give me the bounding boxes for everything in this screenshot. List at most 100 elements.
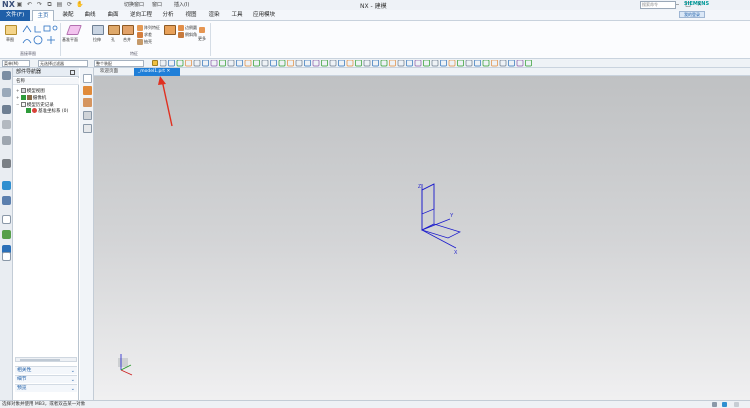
hd3d-icon[interactable] bbox=[2, 252, 11, 261]
more-label[interactable]: 更多 bbox=[198, 36, 206, 42]
chamfer-icon[interactable] bbox=[178, 32, 184, 38]
direct-sketch-icons[interactable] bbox=[21, 24, 59, 46]
snap-point-icon[interactable] bbox=[210, 60, 218, 67]
insert-menu[interactable]: 插入(I) bbox=[174, 1, 189, 8]
assembly-navigator-icon[interactable] bbox=[2, 88, 11, 97]
pin-icon[interactable] bbox=[70, 70, 75, 75]
tree-item-cameras[interactable]: + 摄像机 bbox=[16, 94, 46, 101]
snap-point-icon[interactable] bbox=[423, 60, 430, 67]
name-column-header[interactable]: 名称 bbox=[13, 78, 79, 85]
edge-blend-large-icon[interactable] bbox=[164, 25, 176, 35]
snap-point-icon[interactable] bbox=[440, 60, 447, 67]
touch-mode-icon[interactable]: ✋ bbox=[76, 1, 83, 8]
snap-point-icon[interactable] bbox=[363, 60, 371, 67]
repeat-icon[interactable]: ⟳ bbox=[66, 1, 73, 8]
tab-surface[interactable]: 曲面 bbox=[103, 10, 123, 21]
datum-plane-yz[interactable] bbox=[421, 183, 435, 215]
tree-item-datum-csys[interactable]: 基准坐标系 (0) bbox=[26, 108, 68, 115]
snap-point-icon[interactable] bbox=[176, 60, 184, 67]
reuse-library-icon[interactable] bbox=[2, 136, 11, 145]
snap-point-icon[interactable] bbox=[465, 60, 473, 67]
snap-point-icon[interactable] bbox=[406, 60, 413, 67]
scrollbar-thumb[interactable] bbox=[20, 359, 60, 361]
tab-render[interactable]: 渲染 bbox=[204, 10, 224, 21]
snap-point-icon[interactable] bbox=[508, 60, 515, 67]
pattern-feature-label[interactable]: 阵列特征 bbox=[144, 25, 160, 31]
snap-point-icon[interactable] bbox=[160, 60, 167, 67]
save-icon[interactable]: ▣ bbox=[16, 1, 23, 8]
tab-assembly[interactable]: 装配 bbox=[58, 10, 78, 21]
snap-point-icon[interactable] bbox=[236, 60, 243, 67]
accordion-preview[interactable]: 预览 ⌄ bbox=[15, 384, 77, 392]
copy-icon[interactable]: ⧉ bbox=[46, 1, 53, 8]
graphics-viewport[interactable]: Z X Y bbox=[94, 76, 750, 400]
login-button[interactable]: 我的登录 bbox=[679, 11, 705, 18]
assembly-scope-dropdown[interactable]: 整个装配 bbox=[94, 60, 144, 67]
process-studio-icon[interactable] bbox=[2, 196, 11, 205]
check-icon[interactable] bbox=[26, 108, 31, 113]
accordion-dependencies[interactable]: 相关性 ⌄ bbox=[15, 366, 77, 374]
edge-blend-label[interactable]: 边倒圆 bbox=[185, 25, 197, 31]
settings-icon[interactable] bbox=[2, 71, 11, 80]
snap-point-icon[interactable] bbox=[261, 60, 269, 67]
shell-icon[interactable] bbox=[137, 39, 143, 45]
snap-point-icon[interactable] bbox=[474, 60, 481, 67]
shaded-view-icon[interactable] bbox=[83, 86, 92, 95]
fullscreen-icon[interactable] bbox=[722, 402, 727, 407]
web-browser-icon[interactable] bbox=[2, 181, 11, 190]
snap-point-icon[interactable] bbox=[202, 60, 209, 67]
sketch-icon[interactable] bbox=[5, 25, 17, 35]
snap-point-icon[interactable] bbox=[389, 60, 396, 67]
selection-filter-dropdown[interactable]: 无选择过滤器 bbox=[38, 60, 88, 67]
snap-point-icon[interactable] bbox=[346, 60, 354, 67]
tab-tools[interactable]: 工具 bbox=[227, 10, 247, 21]
tree-item-model-history[interactable]: − 模型历史记录 bbox=[16, 101, 54, 108]
datum-plane-xy[interactable] bbox=[421, 223, 461, 239]
snap-point-icon[interactable] bbox=[516, 60, 524, 67]
constraint-navigator-icon[interactable] bbox=[2, 120, 11, 129]
snap-point-icon[interactable] bbox=[304, 60, 311, 67]
fit-view-icon[interactable] bbox=[83, 74, 92, 83]
datum-plane-xz[interactable] bbox=[421, 183, 435, 231]
extrude-icon[interactable] bbox=[92, 25, 104, 35]
snap-point-icon[interactable] bbox=[295, 60, 303, 67]
undo-icon[interactable]: ↶ bbox=[26, 1, 33, 8]
tab-home[interactable]: 主页 bbox=[32, 10, 54, 21]
wireframe-view-icon[interactable] bbox=[83, 111, 92, 120]
history-icon[interactable] bbox=[2, 159, 11, 168]
snap-point-icon[interactable] bbox=[491, 60, 498, 67]
snap-point-icon[interactable] bbox=[244, 60, 252, 67]
view-triad[interactable] bbox=[118, 354, 133, 376]
clock-icon[interactable] bbox=[2, 215, 11, 224]
tab-welcome-page[interactable]: 欢迎页面 bbox=[96, 68, 134, 76]
snap-point-icon[interactable] bbox=[278, 60, 286, 67]
snap-point-icon[interactable] bbox=[253, 60, 260, 67]
paste-icon[interactable]: ▤ bbox=[56, 1, 63, 8]
tab-analysis[interactable]: 分析 bbox=[158, 10, 178, 21]
menu-dropdown[interactable]: 菜单(M) bbox=[2, 60, 30, 67]
snap-point-icon[interactable] bbox=[185, 60, 192, 67]
snap-point-icon[interactable] bbox=[525, 60, 532, 67]
snap-point-icon[interactable] bbox=[168, 60, 175, 67]
snap-point-icon[interactable] bbox=[457, 60, 464, 67]
switch-window-button[interactable]: 切换窗口 bbox=[124, 1, 144, 8]
section-view-icon[interactable] bbox=[83, 124, 92, 133]
file-menu-button[interactable]: 文件(F) bbox=[0, 10, 30, 21]
edge-blend-icon[interactable] bbox=[178, 25, 184, 31]
close-icon[interactable]: ✕ bbox=[166, 69, 170, 74]
check-icon[interactable] bbox=[20, 95, 26, 100]
snap-point-icon[interactable] bbox=[482, 60, 490, 67]
snap-point-icon[interactable] bbox=[193, 60, 201, 67]
snap-point-icon[interactable] bbox=[321, 60, 328, 67]
snap-point-icon[interactable] bbox=[287, 60, 294, 67]
datum-csys-graphic[interactable]: Z X Y bbox=[94, 76, 750, 400]
snap-point-icon[interactable] bbox=[338, 60, 345, 67]
horizontal-scrollbar[interactable] bbox=[15, 357, 77, 362]
tab-application[interactable]: 应用模块 bbox=[250, 10, 278, 21]
y-axis[interactable] bbox=[421, 218, 451, 231]
snap-point-icon[interactable] bbox=[380, 60, 388, 67]
snap-point-icon[interactable] bbox=[312, 60, 320, 67]
chamfer-label[interactable]: 倒斜角 bbox=[185, 32, 197, 38]
command-search-input[interactable]: 搜索命令 bbox=[640, 1, 676, 9]
snap-point-icon[interactable] bbox=[431, 60, 439, 67]
